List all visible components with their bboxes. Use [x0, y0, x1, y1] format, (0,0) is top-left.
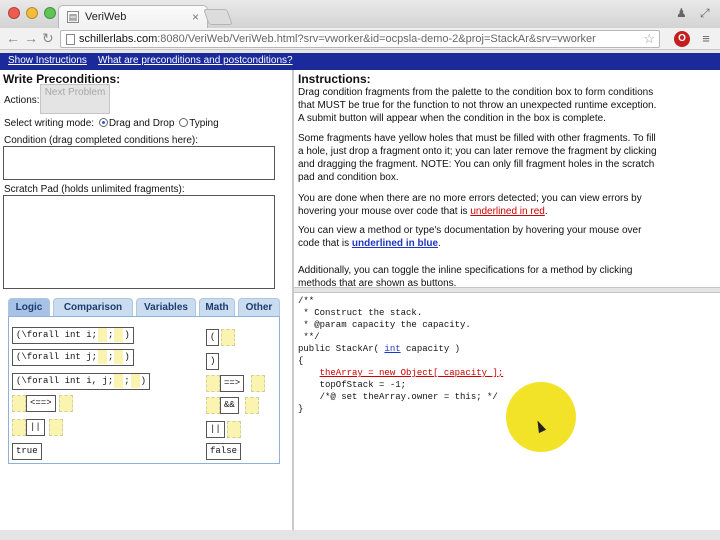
- implies-fragment[interactable]: ==>: [220, 375, 245, 392]
- back-arrow-icon[interactable]: ←: [6, 30, 20, 46]
- close-icon[interactable]: ×: [192, 10, 199, 24]
- cursor-highlight: [506, 382, 576, 452]
- page-icon: ▤: [67, 11, 79, 23]
- code-line: * Construct the stack.: [298, 308, 423, 318]
- code-line: **/: [298, 332, 320, 342]
- app-link-bar: Show Instructions What are preconditions…: [0, 53, 720, 70]
- instructions-p4: You can view a method or type's document…: [298, 225, 642, 249]
- code-line: /*@ set theArray.owner = this; */: [298, 392, 498, 402]
- address-bar[interactable]: schillerlabs.com:8080/VeriWeb/VeriWeb.ht…: [60, 30, 660, 48]
- fragment-hole[interactable]: [114, 350, 124, 364]
- instructions-p1: Drag condition fragments from the palett…: [298, 87, 657, 124]
- minimize-window-button[interactable]: [26, 7, 38, 19]
- fragment-hole[interactable]: [221, 329, 235, 346]
- reload-icon[interactable]: ↻: [42, 30, 54, 47]
- fragment-hole[interactable]: [49, 419, 63, 436]
- bookmark-star-icon[interactable]: ☆: [643, 31, 655, 47]
- next-problem-button[interactable]: Next Problem: [40, 84, 110, 114]
- lastpass-icon[interactable]: O: [674, 31, 690, 47]
- fragment-hole[interactable]: [12, 419, 26, 436]
- forall-ij-fragment[interactable]: (\forall int i, j;;): [12, 373, 151, 390]
- fragment-hole[interactable]: [98, 350, 108, 364]
- code-line: public StackAr( int capacity ): [298, 344, 461, 354]
- tab-title: VeriWeb: [85, 11, 127, 23]
- open-paren-fragment[interactable]: (: [206, 329, 220, 346]
- mode-typing-label: Typing: [189, 118, 219, 129]
- code-line: /**: [298, 296, 315, 306]
- code-line: theArray = new Object[ capacity ];: [298, 367, 716, 379]
- fullscreen-icon[interactable]: ⤢: [700, 6, 710, 21]
- or-fragment[interactable]: ||: [26, 419, 45, 436]
- mode-dnd-label: Drag and Drop: [108, 118, 175, 129]
- forall-j-fragment[interactable]: (\forall int j;;): [12, 349, 134, 366]
- fragment-hole[interactable]: [130, 374, 140, 388]
- fragment-hole[interactable]: [114, 374, 124, 388]
- tab-logic[interactable]: Logic: [8, 298, 50, 316]
- instructions-p2: Some fragments have yellow holes that mu…: [298, 133, 657, 183]
- error-code[interactable]: theArray = new Object[ capacity ];: [320, 368, 504, 378]
- editor-panel: Write Preconditions: Actions: Next Probl…: [0, 70, 292, 540]
- condition-box[interactable]: [3, 146, 275, 180]
- fragment-hole[interactable]: [245, 397, 259, 414]
- fragment-hole[interactable]: [59, 395, 73, 412]
- true-fragment[interactable]: true: [12, 443, 42, 460]
- code-view: /** * Construct the stack. * @param capa…: [298, 295, 716, 415]
- fragment-hole[interactable]: [206, 397, 220, 414]
- radio-typing[interactable]: [179, 118, 189, 127]
- writing-mode-row: Select writing mode: Drag and Drop Typin…: [4, 118, 219, 129]
- browser-titlebar: ▤ VeriWeb × ♟ ⤢: [0, 0, 720, 28]
- fragment-hole[interactable]: [206, 375, 220, 392]
- actions-label: Actions:: [4, 95, 40, 106]
- close-window-button[interactable]: [8, 7, 20, 19]
- radio-drag-and-drop[interactable]: [98, 118, 108, 127]
- and-fragment[interactable]: &&: [220, 397, 239, 414]
- scratch-pad-label: Scratch Pad (holds unlimited fragments):: [4, 184, 185, 195]
- fragment-hole[interactable]: [12, 395, 26, 412]
- new-tab-button[interactable]: [203, 9, 233, 25]
- show-instructions-link[interactable]: Show Instructions: [8, 55, 87, 66]
- person-icon[interactable]: ♟: [676, 6, 687, 20]
- forward-arrow-icon[interactable]: →: [24, 30, 38, 46]
- tab-comparison[interactable]: Comparison: [53, 298, 133, 316]
- instructions-title: Instructions:: [298, 72, 371, 86]
- code-line: topOfStack = -1;: [298, 380, 407, 390]
- tab-variables[interactable]: Variables: [136, 298, 196, 316]
- iff-fragment[interactable]: <==>: [26, 395, 56, 412]
- tab-other[interactable]: Other: [238, 298, 280, 316]
- or-fragment-2[interactable]: ||: [206, 421, 225, 438]
- false-fragment[interactable]: false: [206, 443, 242, 460]
- document-icon: [66, 34, 75, 45]
- pre-post-conditions-link[interactable]: What are preconditions and postcondition…: [98, 55, 293, 66]
- fragment-hole[interactable]: [251, 375, 265, 392]
- fragment-palette: (\forall int i;;) (\forall int j;;) (\fo…: [8, 316, 280, 464]
- type-doc-link[interactable]: int: [384, 344, 400, 354]
- close-paren-fragment[interactable]: ): [206, 353, 220, 370]
- code-line: * @param capacity the capacity.: [298, 320, 471, 330]
- condition-label: Condition (drag completed conditions her…: [4, 135, 198, 146]
- browser-toolbar: ← → ↻ schillerlabs.com:8080/VeriWeb/Veri…: [0, 28, 720, 50]
- status-strip: [0, 530, 720, 540]
- instructions-p3: You are done when there are no more erro…: [298, 193, 642, 217]
- browser-tab[interactable]: ▤ VeriWeb ×: [58, 5, 208, 28]
- forall-i-fragment[interactable]: (\forall int i;;): [12, 327, 134, 344]
- fragment-hole[interactable]: [114, 328, 124, 342]
- fragment-hole[interactable]: [227, 421, 241, 438]
- menu-icon[interactable]: ≡: [698, 31, 714, 47]
- scratch-pad[interactable]: [3, 195, 275, 289]
- horizontal-splitter[interactable]: [294, 287, 720, 293]
- fragment-hole[interactable]: [98, 328, 108, 342]
- tab-math[interactable]: Math: [199, 298, 235, 316]
- mode-label: Select writing mode:: [4, 118, 95, 129]
- code-line: {: [298, 356, 304, 366]
- zoom-window-button[interactable]: [44, 7, 56, 19]
- url-text[interactable]: schillerlabs.com:8080/VeriWeb/VeriWeb.ht…: [79, 33, 596, 45]
